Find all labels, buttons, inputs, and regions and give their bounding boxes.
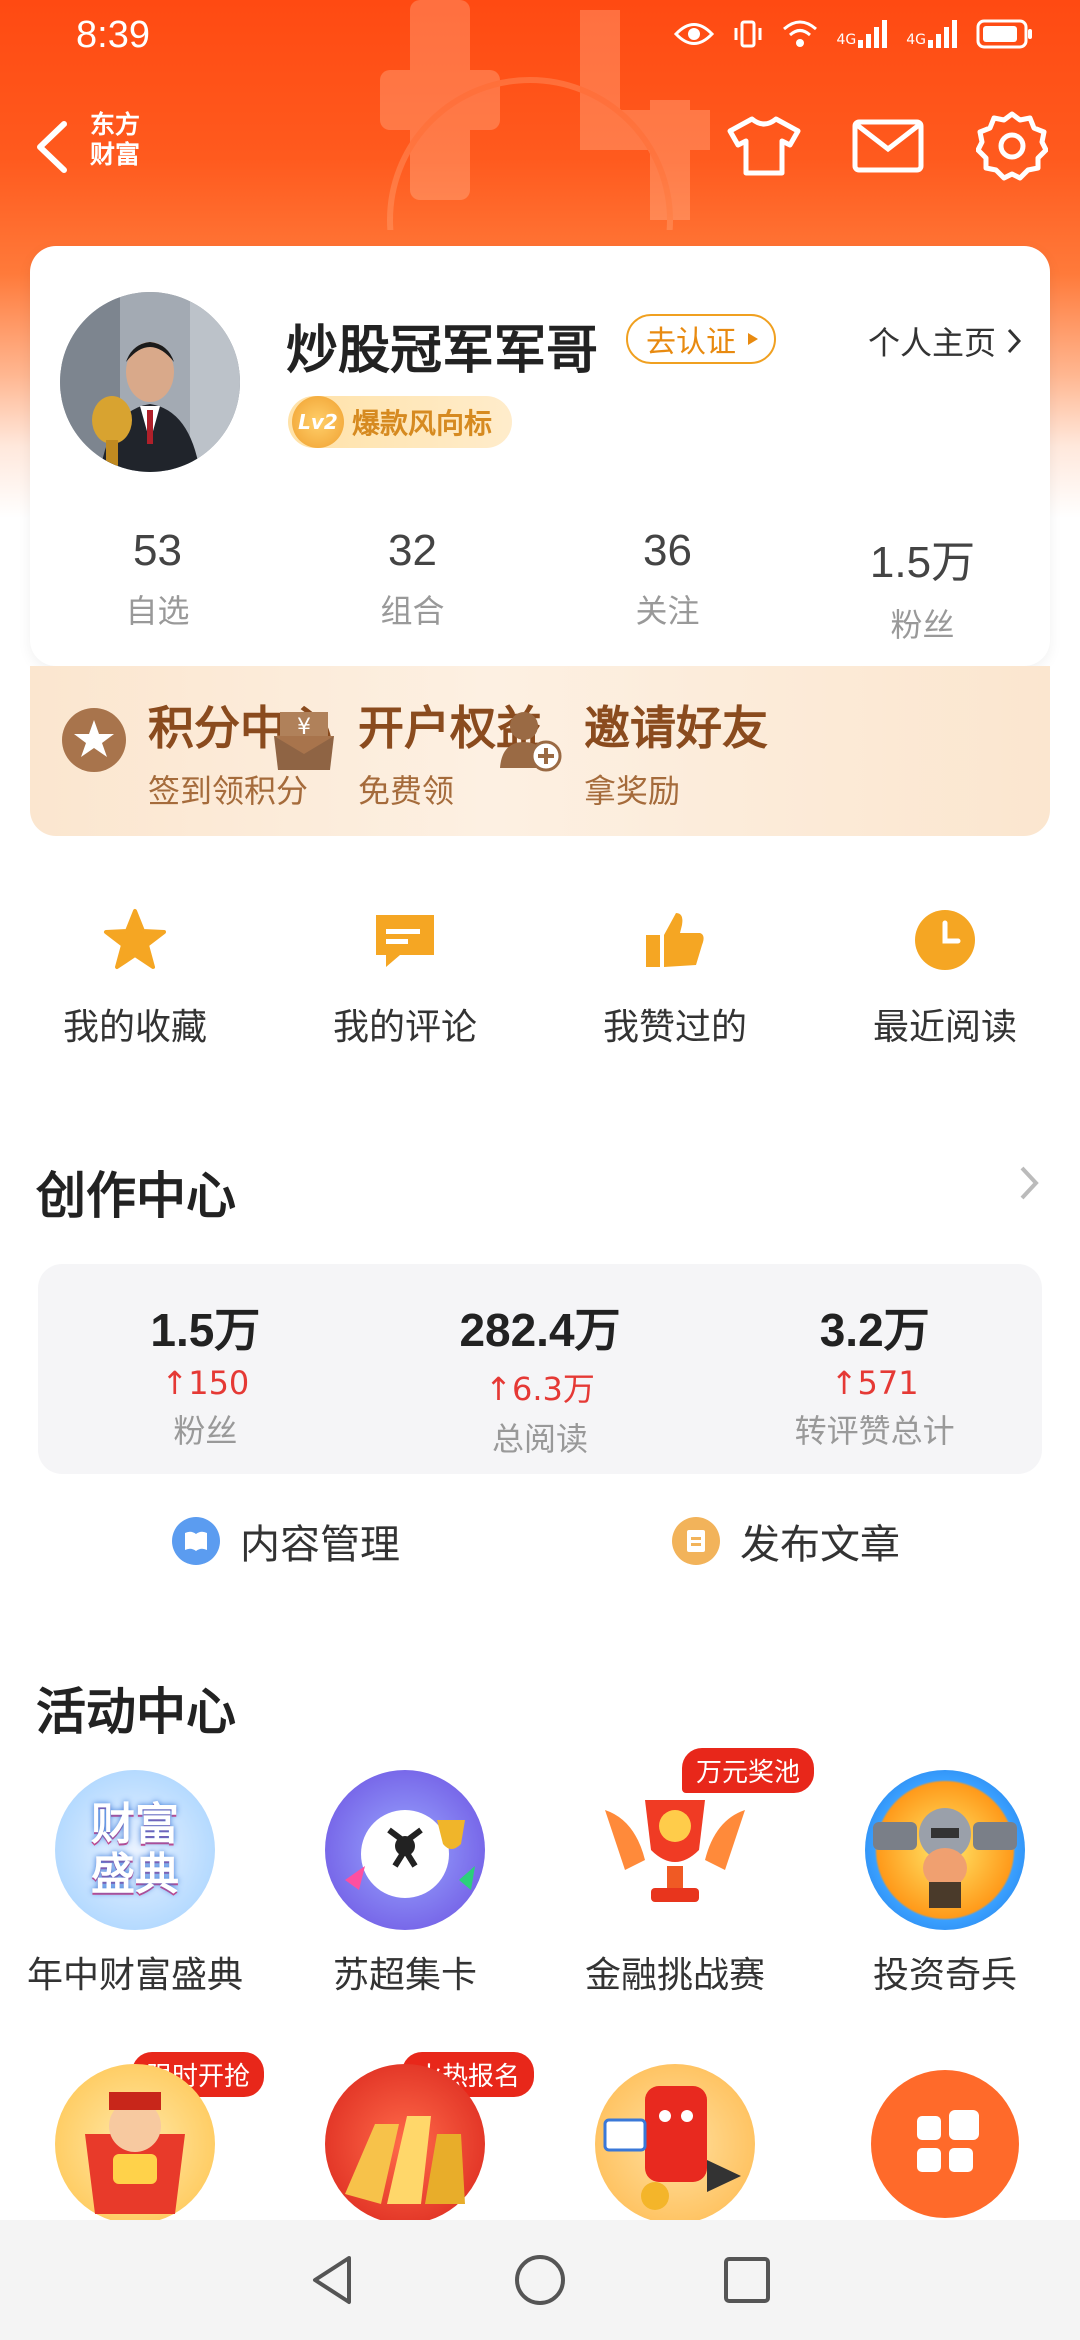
my-favorites[interactable]: 我的收藏 [0,900,270,1050]
tshirt-icon [727,116,801,176]
my-comments[interactable]: 我的评论 [270,900,540,1050]
activity-center-title: 活动中心 [36,1683,236,1741]
verify-label: 去认证 [646,325,736,360]
add-user-icon [496,706,564,774]
activity-more[interactable] [810,2064,1080,2224]
activity-red-packet[interactable] [540,2064,810,2224]
soldier-art [865,1770,1025,1930]
creation-center-title: 创作中心 [36,1167,236,1225]
top-bar: 东方 财富 [0,100,1080,200]
activity-finance-challenge[interactable]: 万元奖池 金融挑战赛 [540,1748,815,1998]
star-coin-icon [60,706,128,774]
up-arrow-icon: ↑ [485,1370,512,1408]
avatar[interactable] [60,292,240,472]
level-badge[interactable]: Lv2 爆款风向标 [288,396,513,448]
status-icons: 4G 4G [674,18,1034,50]
creation-actions: 内容管理 发布文章 [0,1512,1080,1572]
soccer-ball-art [325,1770,485,1930]
promo-bar: 积分中心 签到领积分 ¥ 开户权益 免费领 邀请好友 拿奖励 [30,666,1050,836]
system-navigation-bar [0,2220,1080,2340]
settings-button[interactable] [972,106,1052,186]
skin-button[interactable] [724,106,804,186]
wifi-icon [783,20,818,47]
activity-row-2: 限时开抢 火热报名 [0,2052,1080,2224]
stat-following[interactable]: 36 关注 [540,526,795,646]
vibrate-icon [734,20,762,48]
stat-portfolio[interactable]: 32 组合 [285,526,540,646]
recent-reading[interactable]: 最近阅读 [810,900,1080,1050]
creation-stats: 1.5万 ↑150 粉丝 282.4万 ↑6.3万 总阅读 3.2万 ↑571 … [38,1264,1042,1474]
back-arrow-icon[interactable] [26,112,82,182]
my-likes[interactable]: 我赞过的 [540,900,810,1050]
creation-stat-fans[interactable]: 1.5万 ↑150 粉丝 [38,1264,373,1474]
profile-card: 炒股冠军军哥 去认证 个人主页 Lv2 爆款风向标 53 自选 32 组合 36 关注… [30,246,1050,666]
play-triangle-icon [748,333,758,345]
status-bar: 8:39 4G 4G [0,0,1080,80]
avatar-image [60,292,240,472]
profile-stats: 53 自选 32 组合 36 关注 1.5万 粉丝 [30,526,1050,646]
gear-icon [976,111,1048,181]
book-icon [172,1517,220,1565]
homepage-link[interactable]: 个人主页 [868,318,1022,364]
gold-bars-art [325,2064,485,2224]
level-title: 爆款风向标 [352,407,493,440]
publish-article-button[interactable]: 发布文章 [672,1512,900,1570]
stat-watchlist[interactable]: 53 自选 [30,526,285,646]
message-button[interactable] [848,106,928,186]
thumbs-up-icon [635,900,715,980]
activity-row-1: 财富盛典 年中财富盛典 苏超集卡 万元奖池 金融挑战赛 投资奇兵 [0,1748,1080,1998]
activity-su-super-cards[interactable]: 苏超集卡 [270,1770,540,1998]
level-code: Lv2 [292,396,344,448]
battery-icon [976,19,1032,49]
activity-flash-sale[interactable]: 限时开抢 [0,2052,270,2224]
activity-wealth-gala[interactable]: 财富盛典 年中财富盛典 [0,1770,270,1998]
activity-hot-signup[interactable]: 火热报名 [270,2052,540,2224]
stat-fans[interactable]: 1.5万 粉丝 [795,526,1050,646]
star-icon [95,900,175,980]
fortune-god-art [55,2064,215,2224]
network-label-2: 4G [906,32,926,48]
network-label-1: 4G [836,32,857,48]
activity-investment-soldier[interactable]: 投资奇兵 [810,1770,1080,1998]
status-time: 8:39 [76,14,150,56]
chevron-right-icon [1007,328,1022,354]
wealth-gala-art: 财富盛典 [55,1770,215,1930]
up-arrow-icon: ↑ [161,1364,189,1402]
content-management-button[interactable]: 内容管理 [172,1512,400,1570]
yuan-box-icon: ¥ [270,706,338,774]
document-icon [672,1517,720,1565]
red-packet-art [595,2064,755,2224]
creation-stat-engagement[interactable]: 3.2万 ↑571 转评赞总计 [707,1264,1042,1474]
mail-icon [852,119,924,173]
homepage-label: 个人主页 [867,324,996,362]
eye-icon [674,23,715,45]
up-arrow-icon: ↑ [830,1364,858,1402]
nav-home-icon[interactable] [512,2252,568,2308]
signal-icon [928,20,957,48]
verify-button[interactable]: 去认证 [626,314,776,364]
nav-recents-icon[interactable] [719,2252,775,2308]
grid-menu-icon [871,2070,1019,2218]
user-name: 炒股冠军军哥 [286,321,599,381]
comment-icon [365,900,445,980]
chevron-right-icon[interactable] [1010,1158,1050,1208]
nav-back-icon[interactable] [305,2252,361,2308]
signal-icon [858,20,888,48]
creation-stat-reads[interactable]: 282.4万 ↑6.3万 总阅读 [373,1264,708,1474]
app-logo: 东方 财富 [90,110,141,169]
clock-icon [905,900,985,980]
invite-friends[interactable]: 邀请好友 拿奖励 [496,692,768,812]
quick-links: 我的收藏 我的评论 我赞过的 最近阅读 [0,900,1080,1050]
trophy-art [595,1770,755,1930]
